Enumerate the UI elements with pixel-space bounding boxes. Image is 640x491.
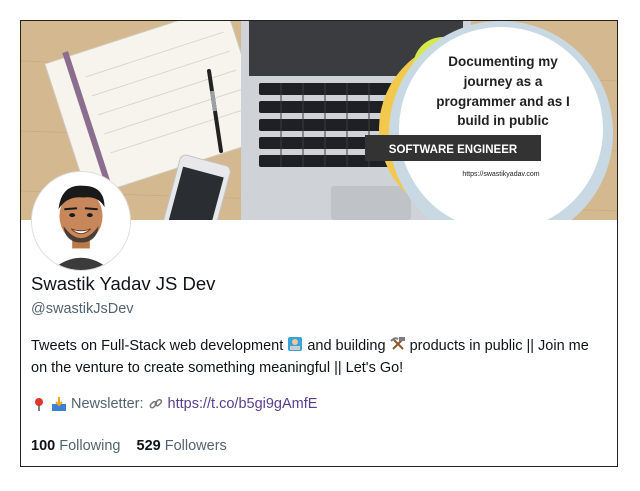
banner-line-2: journey as a — [463, 74, 543, 89]
technologist-emoji-icon — [288, 337, 303, 351]
pin-icon — [35, 398, 43, 411]
newsletter-link[interactable]: https://t.co/b5gi9gAmfE — [168, 396, 318, 412]
profile-name: Swastik Yadav JS Dev — [31, 273, 216, 294]
banner-line-3: programmer and as I — [436, 94, 570, 109]
profile-bio: Tweets on Full-Stack web development and… — [31, 335, 601, 379]
avatar[interactable] — [31, 171, 131, 271]
link-icon — [149, 398, 162, 409]
profile-card: Documenting my journey as a programmer a… — [20, 20, 618, 467]
followers-label: Followers — [164, 438, 227, 454]
banner-line-4: build in public — [457, 113, 549, 128]
bio-text-2: and building — [307, 338, 386, 354]
follow-stats: 100 Following 529 Followers — [31, 438, 239, 454]
followers-count: 529 — [136, 438, 161, 454]
newsletter-label: Newsletter: — [71, 396, 144, 412]
following-count: 100 — [31, 438, 56, 454]
banner-badge: SOFTWARE ENGINEER — [389, 144, 518, 156]
avatar-illustration — [32, 172, 130, 270]
banner-line-1: Documenting my — [448, 54, 558, 69]
following-stat[interactable]: 100 Following — [31, 438, 125, 454]
bio-text-1: Tweets on Full-Stack web development — [31, 338, 284, 354]
profile-meta: Newsletter: https://t.co/b5gi9gAmfE — [31, 396, 317, 412]
hammer-and-pick-icon — [389, 337, 405, 350]
inbox-tray-icon — [52, 397, 66, 411]
banner-url: https://swastikyadav.com — [462, 171, 539, 178]
following-label: Following — [59, 438, 121, 454]
profile-handle: @swastikJsDev — [31, 301, 134, 317]
followers-stat[interactable]: 529 Followers — [137, 438, 227, 454]
